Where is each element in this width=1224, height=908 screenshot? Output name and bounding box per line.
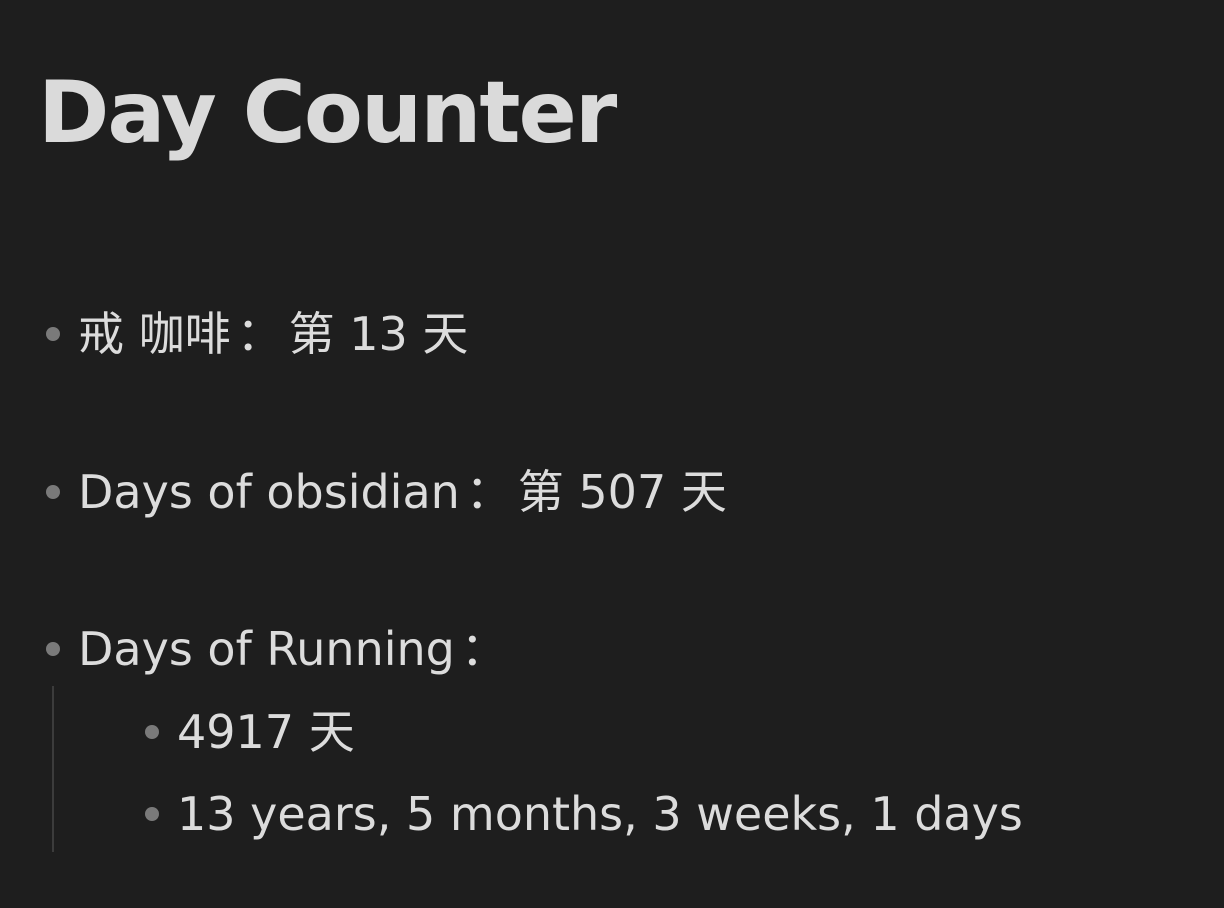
bullet-dot-icon[interactable] [145,807,159,821]
list-item-value: 第 13 天 [288,307,469,361]
list-subitem-value: 13 years, 5 months, 3 weeks, 1 days [177,787,1023,841]
list-item-separator: ： [465,465,512,519]
list-item-running: Days of Running： [46,619,513,679]
note-view: Day Counter 戒 咖啡：第 13 天 Days of obsidian… [0,0,1224,908]
list-item-value: 第 507 天 [517,465,727,519]
list-item-label: Days of Running [78,622,455,676]
list-item-separator: ： [236,307,283,361]
list-item-separator: ： [460,622,507,676]
page-title: Day Counter [38,63,617,163]
list-item-label: 戒 咖啡 [78,307,231,361]
bullet-dot-icon[interactable] [46,485,60,499]
list-subitem-days: 4917 天 [145,702,355,762]
bullet-dot-icon[interactable] [46,327,60,341]
list-item-coffee: 戒 咖啡：第 13 天 [46,304,468,364]
list-subitem-value: 4917 天 [177,705,355,759]
bullet-dot-icon[interactable] [145,725,159,739]
bullet-dot-icon[interactable] [46,642,60,656]
list-item-obsidian: Days of obsidian：第 507 天 [46,462,727,522]
indent-guide[interactable] [52,686,54,852]
list-item-label: Days of obsidian [78,465,460,519]
list-subitem-duration: 13 years, 5 months, 3 weeks, 1 days [145,784,1023,844]
